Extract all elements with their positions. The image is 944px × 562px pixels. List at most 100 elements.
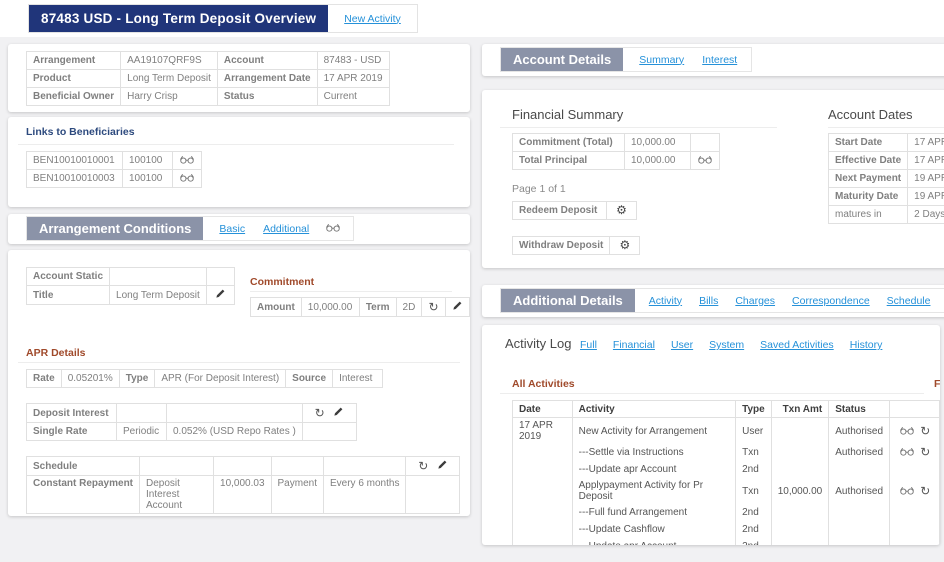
glasses-view-icon[interactable] bbox=[899, 447, 915, 456]
col-actions bbox=[890, 401, 940, 418]
table-row: ---Update Cashflow 2nd bbox=[513, 521, 940, 538]
table-row: 17 APR 2019 New Activity for Arrangement… bbox=[513, 418, 940, 445]
edit-pencil-icon[interactable] bbox=[437, 459, 448, 470]
view-slot bbox=[899, 448, 918, 459]
account-details-header-card: Account Details Summary Interest bbox=[482, 44, 944, 76]
new-activity-link[interactable]: New Activity bbox=[344, 13, 401, 25]
empty-cell bbox=[117, 404, 167, 423]
glasses-view-icon[interactable] bbox=[179, 155, 195, 164]
beneficiaries-card: Links to Beneficiaries BEN10010010001 10… bbox=[8, 117, 470, 207]
activity-amount bbox=[771, 538, 829, 545]
activity-actions[interactable]: ↻ bbox=[890, 418, 940, 445]
tab-bills[interactable]: Bills bbox=[699, 295, 718, 307]
filter-full[interactable]: Full bbox=[580, 339, 597, 351]
maturity-date-label: Maturity Date bbox=[829, 188, 908, 206]
beneficiaries-title: Links to Beneficiaries bbox=[26, 126, 135, 138]
edit-pencil-icon[interactable] bbox=[333, 406, 344, 417]
total-principal-label: Total Principal bbox=[513, 152, 625, 170]
empty-cell bbox=[206, 268, 234, 286]
term-value: 2D bbox=[396, 298, 422, 317]
glasses-view-icon[interactable] bbox=[697, 155, 713, 164]
product-value: Long Term Deposit bbox=[121, 70, 218, 88]
table-row: matures in 2 Days bbox=[829, 206, 944, 224]
table-row: Rate 0.05201% Type APR (For Deposit Inte… bbox=[27, 370, 383, 388]
activity-actions[interactable]: ↻ bbox=[890, 478, 940, 504]
page-indicator: Page 1 of 1 bbox=[512, 183, 566, 195]
view-beneficiary-button[interactable] bbox=[173, 170, 202, 188]
tab-interest[interactable]: Interest bbox=[702, 54, 737, 66]
tab-additional[interactable]: Additional bbox=[263, 223, 309, 235]
table-row: ---Full fund Arrangement 2nd bbox=[513, 504, 940, 521]
empty-cell bbox=[214, 457, 272, 476]
view-beneficiary-button[interactable] bbox=[173, 152, 202, 170]
activity-status bbox=[829, 538, 890, 545]
activity-status: Authorised bbox=[829, 418, 890, 445]
refresh-icon: ↻ bbox=[920, 425, 930, 437]
withdraw-deposit-button[interactable]: Withdraw Deposit ⚙ bbox=[512, 236, 640, 255]
edit-pencil-icon[interactable] bbox=[452, 300, 463, 311]
deposit-interest-header: Deposit Interest bbox=[27, 404, 117, 423]
schedule-actions[interactable]: ↻ bbox=[406, 457, 460, 476]
maturity-date-value: 19 APR 2019 bbox=[908, 188, 944, 206]
account-id: 87483 - USD bbox=[317, 52, 389, 70]
glasses-view-icon[interactable] bbox=[325, 223, 341, 232]
empty-cell bbox=[110, 268, 207, 286]
tab-schedule[interactable]: Schedule bbox=[887, 295, 931, 307]
arrangement-conditions-card: Account Static Title Long Term Deposit C… bbox=[8, 250, 470, 516]
table-row: Effective Date 17 APR 2019 bbox=[829, 152, 944, 170]
beneficiary-id: BEN10010010001 bbox=[27, 152, 123, 170]
filter-system[interactable]: System bbox=[709, 339, 744, 351]
activity-name: ---Update apr Account bbox=[572, 461, 736, 478]
glasses-view-icon[interactable] bbox=[899, 486, 915, 495]
filter-saved-activities[interactable]: Saved Activities bbox=[760, 339, 834, 351]
refresh-icon: ↻ bbox=[920, 446, 930, 458]
empty-cell bbox=[890, 521, 940, 538]
deposit-interest-actions[interactable]: ↻ bbox=[302, 404, 356, 423]
withdraw-settings-button[interactable]: ⚙ bbox=[610, 237, 640, 255]
tab-correspondence[interactable]: Correspondence bbox=[792, 295, 870, 307]
activity-status bbox=[829, 521, 890, 538]
edit-pencil-icon[interactable] bbox=[215, 288, 226, 299]
tab-summary[interactable]: Summary bbox=[639, 54, 684, 66]
divider bbox=[250, 291, 452, 292]
redeem-settings-button[interactable]: ⚙ bbox=[607, 202, 637, 220]
refresh-icon: ↻ bbox=[920, 485, 930, 497]
view-conditions-button[interactable] bbox=[325, 223, 341, 235]
edit-commitment-button[interactable] bbox=[445, 298, 469, 317]
total-principal-value: 10,000.00 bbox=[625, 152, 691, 170]
filter-label-clipped[interactable]: Filter bbox=[934, 378, 940, 390]
arrangement-conditions-header-card: Arrangement Conditions Basic Additional bbox=[8, 214, 470, 244]
next-payment-label: Next Payment bbox=[829, 170, 908, 188]
activity-status bbox=[829, 461, 890, 478]
financial-summary-table: Commitment (Total) 10,000.00 Total Princ… bbox=[512, 133, 720, 170]
table-row: Start Date 17 APR 2019 bbox=[829, 134, 944, 152]
glasses-view-icon[interactable] bbox=[179, 173, 195, 182]
col-txn-amt: Txn Amt bbox=[771, 401, 829, 418]
filter-user[interactable]: User bbox=[671, 339, 693, 351]
activity-name: ---Settle via Instructions bbox=[572, 444, 736, 461]
glasses-view-icon[interactable] bbox=[899, 426, 915, 435]
table-row: BEN10010010001 100100 bbox=[27, 152, 202, 170]
beneficial-owner-label: Beneficial Owner bbox=[27, 88, 121, 106]
beneficiary-code: 100100 bbox=[123, 152, 173, 170]
activity-log-table: Date Activity Type Txn Amt Status 17 APR… bbox=[512, 400, 940, 545]
start-date-label: Start Date bbox=[829, 134, 908, 152]
term-label: Term bbox=[359, 298, 396, 317]
activity-actions[interactable]: ↻ bbox=[890, 444, 940, 461]
tab-activity[interactable]: Activity bbox=[649, 295, 682, 307]
redeem-deposit-button[interactable]: Redeem Deposit ⚙ bbox=[512, 201, 637, 220]
edit-account-static-button[interactable] bbox=[206, 286, 234, 305]
filter-history[interactable]: History bbox=[850, 339, 883, 351]
view-principal-button[interactable] bbox=[691, 152, 720, 170]
beneficiary-id: BEN10010010003 bbox=[27, 170, 123, 188]
activity-name: ---Update Cashflow bbox=[572, 521, 736, 538]
empty-cell bbox=[302, 423, 356, 441]
view-slot bbox=[899, 487, 918, 498]
tab-charges[interactable]: Charges bbox=[735, 295, 775, 307]
financial-summary-title: Financial Summary bbox=[512, 107, 623, 122]
filter-financial[interactable]: Financial bbox=[613, 339, 655, 351]
amount-value: 10,000.00 bbox=[301, 298, 359, 317]
arrangement-date-label: Arrangement Date bbox=[217, 70, 317, 88]
history-commitment-button[interactable]: ↻ bbox=[422, 298, 445, 317]
tab-basic[interactable]: Basic bbox=[219, 223, 245, 235]
